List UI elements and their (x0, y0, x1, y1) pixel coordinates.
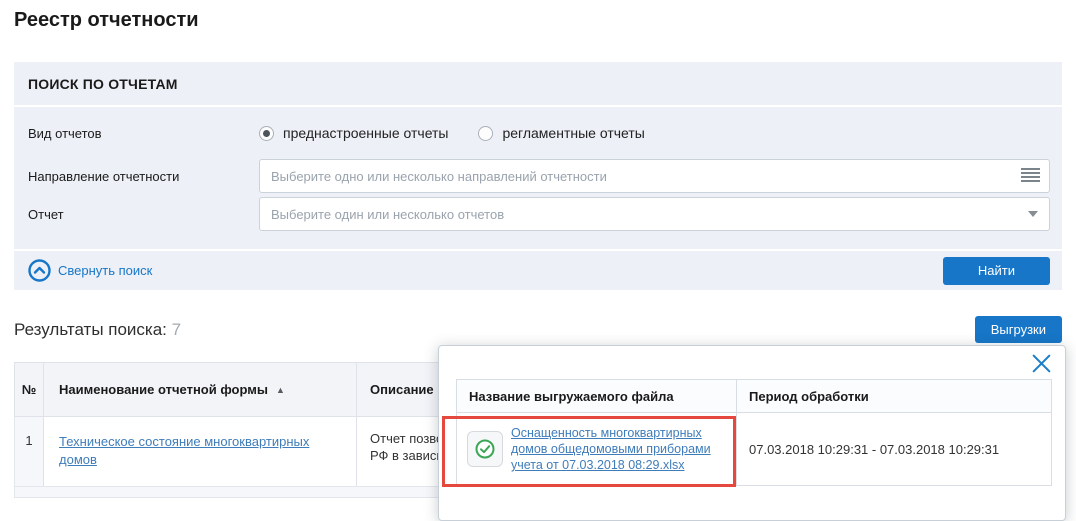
report-type-radio-group: преднастроенные отчеты регламентные отче… (259, 125, 645, 141)
page: Реестр отчетности ПОИСК ПО ОТЧЕТАМ Вид о… (0, 0, 1076, 498)
column-header-file-name: Название выгружаемого файла (457, 380, 737, 412)
list-select-icon[interactable] (1021, 168, 1040, 182)
search-form: Вид отчетов преднастроенные отчеты регла… (14, 107, 1062, 231)
downloads-popup: Название выгружаемого файла Период обраб… (438, 345, 1066, 521)
results-count: Результаты поиска: 7 (14, 320, 181, 340)
sort-asc-icon[interactable]: ▲ (276, 385, 285, 395)
search-panel: ПОИСК ПО ОТЧЕТАМ Вид отчетов преднастрое… (14, 62, 1062, 290)
radio-unselected-icon[interactable] (478, 126, 493, 141)
report-label: Отчет (28, 207, 259, 222)
search-panel-footer: Свернуть поиск Найти (14, 249, 1062, 290)
close-icon[interactable] (1029, 351, 1054, 376)
report-input[interactable] (259, 197, 1050, 231)
collapse-search-link[interactable]: Свернуть поиск (28, 259, 152, 282)
download-period-cell: 07.03.2018 10:29:31 - 07.03.2018 10:29:3… (737, 413, 1051, 485)
direction-input[interactable] (259, 159, 1050, 193)
results-count-value: 7 (172, 320, 181, 339)
row-name-cell: Техническое состояние многоквартирных до… (44, 417, 357, 486)
downloads-table: Название выгружаемого файла Период обраб… (456, 379, 1052, 486)
downloads-button[interactable]: Выгрузки (975, 316, 1062, 343)
column-header-num: № (15, 363, 44, 416)
radio-preconfigured-reports[interactable]: преднастроенные отчеты (259, 125, 448, 141)
page-title: Реестр отчетности (14, 9, 199, 32)
report-row: Отчет (28, 197, 1050, 231)
download-file-link[interactable]: Оснащенность многоквартирных домов общед… (511, 425, 736, 473)
report-type-label: Вид отчетов (28, 126, 259, 141)
radio-label: регламентные отчеты (502, 125, 644, 141)
column-header-period: Период обработки (737, 380, 1051, 412)
report-input-wrap (259, 197, 1050, 231)
report-form-link[interactable]: Техническое состояние многоквартирных до… (59, 434, 309, 467)
results-header: Результаты поиска: 7 Выгрузки (14, 316, 1062, 343)
column-header-name-label: Наименование отчетной формы (59, 382, 268, 397)
direction-label: Направление отчетности (28, 169, 259, 184)
chevron-down-icon[interactable] (1028, 211, 1038, 217)
row-number-cell: 1 (15, 417, 44, 486)
report-type-row: Вид отчетов преднастроенные отчеты регла… (28, 119, 1050, 147)
success-check-icon (467, 431, 503, 467)
download-file-cell: Оснащенность многоквартирных домов общед… (457, 413, 737, 485)
column-header-name[interactable]: Наименование отчетной формы ▲ (44, 363, 357, 416)
chevron-up-circle-icon (28, 259, 51, 282)
direction-input-wrap (259, 159, 1050, 193)
collapse-search-label: Свернуть поиск (58, 263, 152, 278)
radio-selected-icon[interactable] (259, 126, 274, 141)
search-panel-title: ПОИСК ПО ОТЧЕТАМ (14, 62, 1062, 107)
download-row: Оснащенность многоквартирных домов общед… (456, 413, 1052, 486)
results-label: Результаты поиска: (14, 320, 167, 339)
radio-regulated-reports[interactable]: регламентные отчеты (478, 125, 644, 141)
direction-row: Направление отчетности (28, 159, 1050, 193)
find-button[interactable]: Найти (943, 257, 1050, 285)
downloads-header-row: Название выгружаемого файла Период обраб… (456, 379, 1052, 413)
radio-label: преднастроенные отчеты (283, 125, 448, 141)
